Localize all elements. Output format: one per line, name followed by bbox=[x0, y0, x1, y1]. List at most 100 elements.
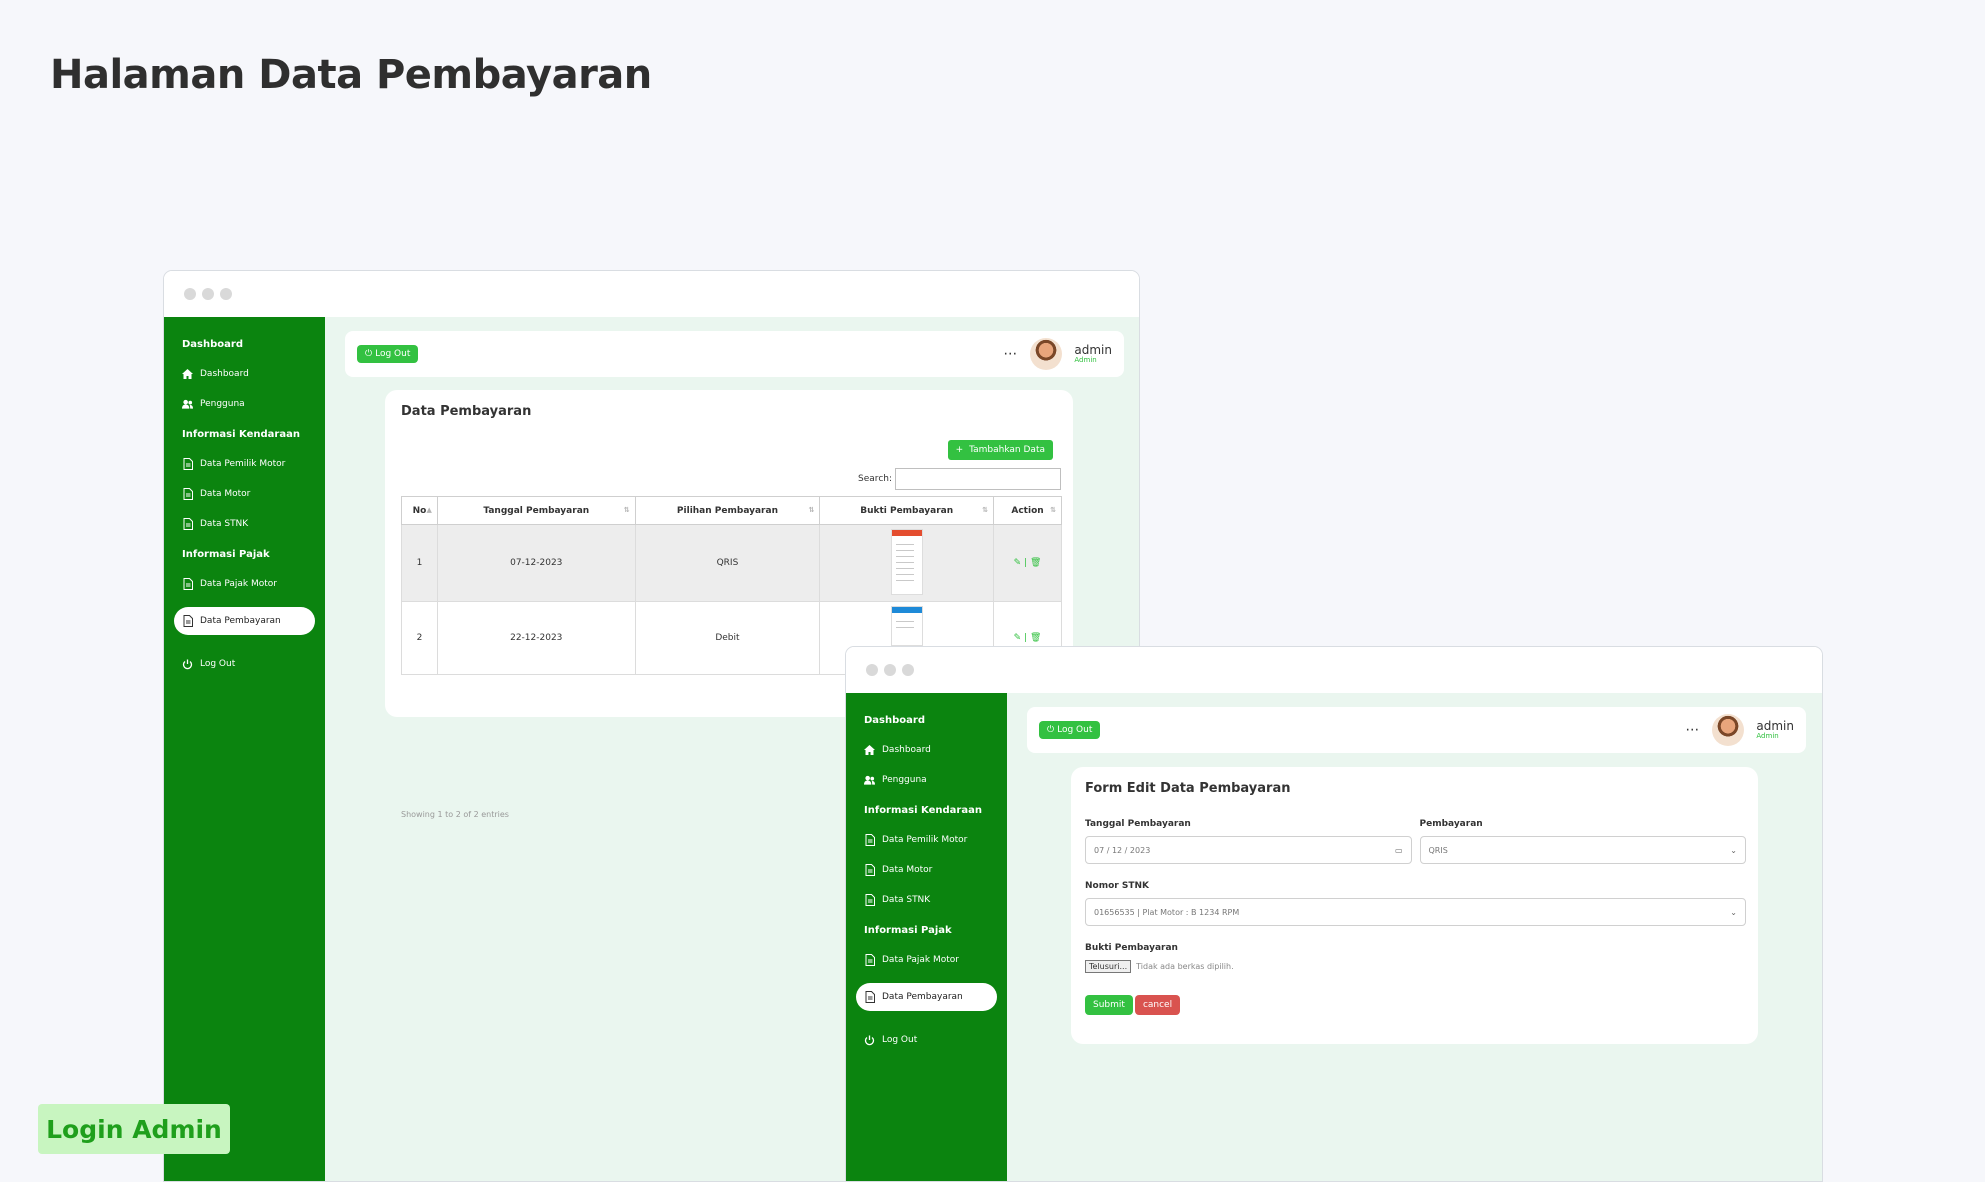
sidebar-item-label: Pengguna bbox=[200, 399, 245, 409]
column-header-label: Pilihan Pembayaran bbox=[676, 505, 778, 516]
document-icon bbox=[864, 991, 875, 1003]
sidebar-item-logout[interactable]: Log Out bbox=[164, 649, 325, 679]
window-dot-icon bbox=[220, 288, 232, 300]
column-header-label: No bbox=[412, 505, 427, 516]
document-icon bbox=[182, 578, 193, 590]
document-icon bbox=[864, 834, 875, 846]
sidebar-item-label: Data Pemilik Motor bbox=[200, 459, 286, 469]
column-header-no[interactable]: No ▲ bbox=[401, 496, 438, 525]
sidebar-item-pajak-motor[interactable]: Data Pajak Motor bbox=[164, 569, 325, 599]
sidebar-item-pembayaran[interactable]: Data Pembayaran bbox=[174, 607, 315, 635]
sidebar-item-pemilik-motor[interactable]: Data Pemilik Motor bbox=[846, 825, 1007, 855]
cell-tanggal: 22-12-2023 bbox=[436, 601, 636, 675]
users-icon bbox=[864, 774, 875, 786]
login-admin-badge: Login Admin bbox=[38, 1104, 230, 1154]
tanggal-date-input[interactable]: 07 / 12 / 2023 ▭ bbox=[1085, 836, 1412, 864]
stnk-select[interactable]: 01656535 | Plat Motor : B 1234 RPM ⌄ bbox=[1085, 898, 1746, 926]
sidebar-item-pajak-motor[interactable]: Data Pajak Motor bbox=[846, 945, 1007, 975]
top-navbar: ⏻ Log Out ⋯ admin Admin bbox=[1027, 707, 1806, 753]
sidebar-item-stnk[interactable]: Data STNK bbox=[846, 885, 1007, 915]
document-icon bbox=[182, 488, 193, 500]
sidebar-item-label: Log Out bbox=[200, 659, 236, 669]
sidebar-item-pemilik-motor[interactable]: Data Pemilik Motor bbox=[164, 449, 325, 479]
cell-no: 1 bbox=[401, 524, 438, 602]
sort-icon: ⇅ bbox=[808, 506, 815, 514]
column-header-tanggal[interactable]: Tanggal Pembayaran ⇅ bbox=[436, 496, 636, 525]
sidebar-section-pajak: Informasi Pajak bbox=[182, 548, 270, 560]
edit-form: Tanggal Pembayaran 07 / 12 / 2023 ▭ Pemb… bbox=[1085, 819, 1746, 1015]
sidebar-item-stnk[interactable]: Data STNK bbox=[164, 509, 325, 539]
sidebar: Dashboard Dashboard Pengguna Informasi K… bbox=[164, 317, 325, 1181]
sidebar-section-pajak: Informasi Pajak bbox=[864, 924, 952, 936]
home-icon bbox=[182, 368, 193, 380]
stnk-label: Nomor STNK bbox=[1085, 881, 1149, 891]
sidebar-item-label: Data Pajak Motor bbox=[200, 579, 277, 589]
sidebar-item-label: Data Motor bbox=[882, 865, 933, 875]
document-icon bbox=[864, 894, 875, 906]
edit-form-card: Form Edit Data Pembayaran Tanggal Pembay… bbox=[1071, 767, 1758, 1044]
sidebar-item-label: Log Out bbox=[882, 1035, 918, 1045]
sidebar-item-label: Dashboard bbox=[200, 369, 249, 379]
search-input[interactable] bbox=[895, 468, 1061, 490]
avatar[interactable] bbox=[1030, 338, 1063, 370]
sidebar-item-pembayaran[interactable]: Data Pembayaran bbox=[856, 983, 997, 1011]
sidebar-item-label: Dashboard bbox=[882, 745, 931, 755]
browse-file-button[interactable]: Telusuri... bbox=[1085, 960, 1132, 973]
more-options-icon[interactable]: ⋯ bbox=[1685, 722, 1700, 738]
card-title: Data Pembayaran bbox=[401, 404, 532, 419]
entries-info: Showing 1 to 2 of 2 entries bbox=[401, 810, 509, 819]
sidebar-section-kendaraan: Informasi Kendaraan bbox=[864, 804, 982, 816]
sidebar-item-logout[interactable]: Log Out bbox=[846, 1025, 1007, 1055]
receipt-thumbnail[interactable] bbox=[890, 605, 923, 646]
edit-delete-icons[interactable]: ✎ | 🗑 bbox=[1014, 558, 1042, 568]
sidebar-item-label: Data Pembayaran bbox=[882, 992, 963, 1002]
sidebar-item-pengguna[interactable]: Pengguna bbox=[846, 765, 1007, 795]
column-header-label: Bukti Pembayaran bbox=[860, 505, 954, 516]
top-navbar: ⏻ Log Out ⋯ admin Admin bbox=[345, 331, 1124, 377]
sidebar-item-motor[interactable]: Data Motor bbox=[164, 479, 325, 509]
page-title: Halaman Data Pembayaran bbox=[50, 52, 652, 98]
file-status: Tidak ada berkas dipilih. bbox=[1136, 962, 1234, 971]
search-row: Search: bbox=[858, 468, 1061, 490]
window-titlebar bbox=[846, 647, 1822, 693]
sidebar-item-label: Data Motor bbox=[200, 489, 251, 499]
user-info: admin Admin bbox=[1756, 718, 1794, 741]
submit-button[interactable]: Submit bbox=[1085, 995, 1133, 1015]
column-header-bukti[interactable]: Bukti Pembayaran ⇅ bbox=[819, 496, 995, 525]
column-header-action[interactable]: Action ⇅ bbox=[993, 496, 1062, 525]
tanggal-label: Tanggal Pembayaran bbox=[1085, 819, 1191, 829]
pembayaran-select[interactable]: QRIS ⌄ bbox=[1419, 836, 1746, 864]
sidebar-item-motor[interactable]: Data Motor bbox=[846, 855, 1007, 885]
window-dot-icon bbox=[884, 664, 896, 676]
logout-button[interactable]: ⏻ Log Out bbox=[1039, 721, 1101, 739]
window-content: Dashboard Dashboard Pengguna Informasi K… bbox=[846, 693, 1822, 1181]
sidebar-item-dashboard[interactable]: Dashboard bbox=[846, 735, 1007, 765]
sort-icon: ⇅ bbox=[1050, 506, 1056, 514]
add-data-button[interactable]: + Tambahkan Data bbox=[947, 440, 1053, 460]
calendar-icon[interactable]: ▭ bbox=[1395, 846, 1403, 855]
user-area: ⋯ admin Admin bbox=[1003, 338, 1112, 370]
sort-icon: ⇅ bbox=[982, 506, 989, 514]
avatar[interactable] bbox=[1712, 714, 1745, 746]
sidebar-item-dashboard[interactable]: Dashboard bbox=[164, 359, 325, 389]
sort-icon: ⇅ bbox=[623, 506, 630, 514]
sidebar-section-kendaraan: Informasi Kendaraan bbox=[182, 428, 300, 440]
column-header-label: Action bbox=[1011, 505, 1044, 516]
pembayaran-label: Pembayaran bbox=[1419, 819, 1483, 829]
sidebar-section-dashboard: Dashboard bbox=[864, 714, 925, 726]
window-dot-icon bbox=[202, 288, 214, 300]
receipt-thumbnail[interactable] bbox=[890, 528, 923, 595]
logout-button[interactable]: ⏻ Log Out bbox=[357, 345, 419, 363]
column-header-pilihan[interactable]: Pilihan Pembayaran ⇅ bbox=[634, 496, 821, 525]
power-icon bbox=[182, 658, 193, 670]
user-name: admin bbox=[1756, 718, 1794, 733]
pembayaran-value: QRIS bbox=[1428, 845, 1448, 855]
edit-delete-icons[interactable]: ✎ | 🗑 bbox=[1014, 633, 1042, 643]
more-options-icon[interactable]: ⋯ bbox=[1003, 346, 1018, 362]
document-icon bbox=[182, 458, 193, 470]
sidebar-section-dashboard: Dashboard bbox=[182, 338, 243, 350]
table-row: 1 07-12-2023 QRIS ✎ | � bbox=[401, 524, 1062, 602]
cell-action[interactable]: ✎ | 🗑 bbox=[993, 524, 1062, 602]
sidebar-item-pengguna[interactable]: Pengguna bbox=[164, 389, 325, 419]
cancel-button[interactable]: cancel bbox=[1134, 995, 1181, 1015]
